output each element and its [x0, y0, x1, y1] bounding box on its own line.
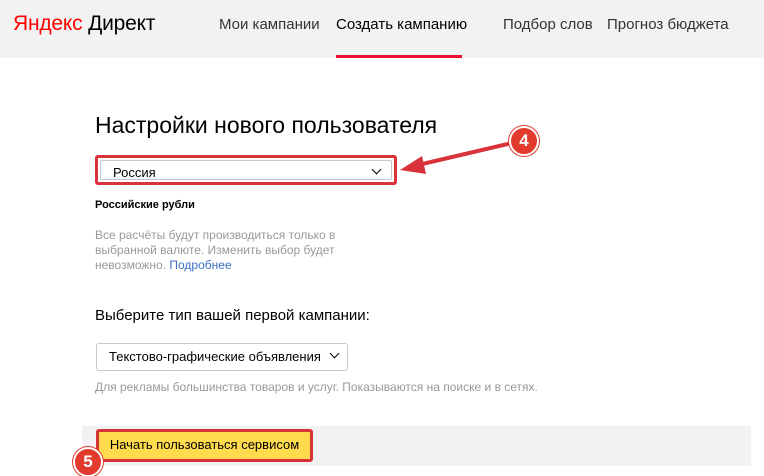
arrow-shaft [416, 141, 514, 167]
step-badge-4: 4 [509, 126, 539, 156]
arrow-head [400, 156, 426, 174]
step-badge-5: 5 [73, 447, 103, 476]
annotation-arrow [400, 141, 514, 174]
